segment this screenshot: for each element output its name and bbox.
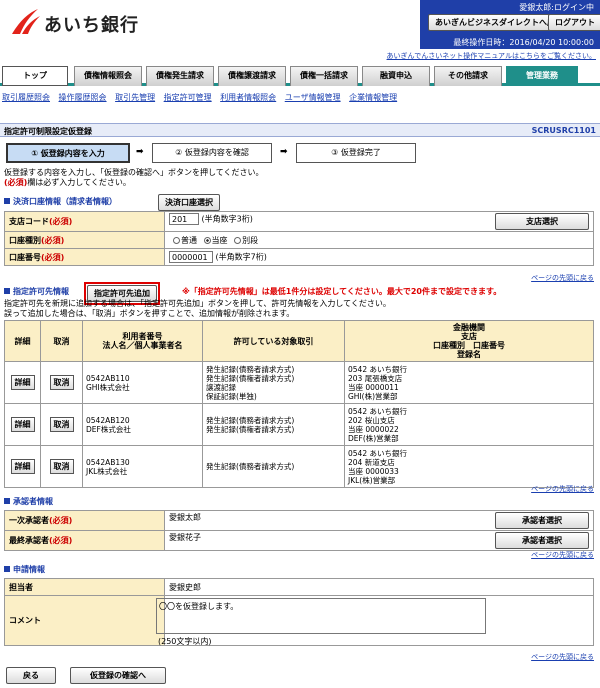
tab-admin[interactable]: 管理業務 — [506, 66, 578, 86]
tab-top[interactable]: トップ — [2, 66, 68, 86]
tab-bond-issue[interactable]: 債権発生請求 — [146, 66, 214, 86]
person-label: 担当者 — [4, 578, 165, 596]
branch-code-label: 支店コード(必須) — [4, 211, 165, 232]
tab-bond-bulk[interactable]: 債権一括請求 — [290, 66, 358, 86]
arrow-right-icon: ➡ — [280, 147, 288, 157]
logout-button[interactable]: ログアウト — [548, 14, 600, 31]
subnav-user-admin[interactable]: ユーザ情報管理 — [285, 93, 341, 102]
permit-warning: ※「指定許可先情報」は最低1件分は設定してください。最大で20件まで設定できます… — [182, 287, 502, 296]
subnav-user-info[interactable]: 利用者情報照会 — [220, 93, 276, 102]
permit-table: 詳細 取消 利用者番号 法人名／個人事業者名 許可している対象取引 金融機関 支… — [4, 320, 594, 488]
subnav-company[interactable]: 企業情報管理 — [349, 93, 397, 102]
main-tabs: トップ 債権情報照会 債権発生請求 債権譲渡請求 債権一括請求 融資申込 その他… — [0, 64, 600, 86]
cancel-button[interactable]: 取消 — [49, 375, 74, 390]
arrow-right-icon: ➡ — [136, 147, 144, 157]
comment-textarea[interactable]: 〇〇を仮登録します。 — [156, 598, 486, 634]
col-detail: 詳細 — [4, 320, 41, 362]
row-target: 発生記録(債務者請求方式) 発生記録(債権者請求方式) — [202, 403, 345, 446]
to-top-link[interactable]: ページの先頭に戻る — [531, 652, 594, 662]
col-bank: 金融機関 支店 口座種別 口座番号 登録名 — [344, 320, 594, 362]
cancel-button[interactable]: 取消 — [49, 417, 74, 432]
first-approver-label: 一次承認者(必須) — [4, 510, 165, 531]
cancel-button[interactable]: 取消 — [49, 459, 74, 474]
page-title: 指定許可制限設定仮登録 — [4, 127, 92, 136]
table-row: 詳細 取消 0542AB110 GHI株式会社 発生記録(債務者請求方式) 発生… — [4, 361, 594, 404]
row-target: 発生記録(債務者請求方式) 発生記録(債権者請求方式) 譲渡記録 保証記録(単独… — [202, 361, 345, 404]
col-target: 許可している対象取引 — [202, 320, 345, 362]
bank-logo: あいち銀行 — [8, 6, 148, 38]
account-number-input[interactable]: 0000001 — [169, 251, 213, 263]
approver-heading: 承認者情報 — [4, 496, 53, 507]
first-approver-select-button[interactable]: 承認者選択 — [495, 512, 589, 529]
detail-button[interactable]: 詳細 — [10, 459, 35, 474]
account-type-radio-ordinary[interactable] — [173, 236, 180, 244]
sub-navigation: 取引履歴照会 操作履歴照会 取引先管理 指定許可管理 利用者情報照会 ユーザ情報… — [2, 92, 403, 103]
approver-form: 一次承認者(必須) 愛銀太郎 承認者選択 最終承認者(必須) 愛銀花子 承認者選… — [4, 510, 594, 551]
row-bank: 0542 あいち銀行 203 尾張橋支店 当座 0000011 GHI(株)営業… — [344, 361, 594, 404]
col-cancel: 取消 — [40, 320, 83, 362]
tab-bond-transfer[interactable]: 債権譲渡請求 — [218, 66, 286, 86]
branch-select-button[interactable]: 支店選択 — [495, 213, 589, 230]
page-title-bar: 指定許可制限設定仮登録 SCRUSRC1101 — [0, 123, 600, 137]
account-type-radio-separate[interactable] — [234, 236, 242, 244]
screen-code: SCRUSRC1101 — [531, 126, 596, 135]
to-top-link[interactable]: ページの先頭に戻る — [531, 550, 594, 560]
step-1: ① 仮登録内容を入力 — [6, 143, 130, 163]
comment-hint: (250文字以内) — [158, 637, 212, 646]
confirm-button[interactable]: 仮登録の確認へ — [70, 667, 166, 684]
row-bank: 0542 あいち銀行 204 新道支店 当座 0000033 JKL(株)営業部 — [344, 445, 594, 488]
step-2: ② 仮登録内容を確認 — [152, 143, 272, 163]
row-bank: 0542 あいち銀行 202 桜山支店 当座 0000022 DEF(株)営業部 — [344, 403, 594, 446]
account-type-label: 口座種別(必須) — [4, 231, 165, 249]
subnav-permit[interactable]: 指定許可管理 — [164, 93, 212, 102]
last-operation-time: 最終操作日時：2016/04/20 10:00:00 — [453, 38, 594, 47]
back-button[interactable]: 戻る — [6, 667, 56, 684]
subnav-partner[interactable]: 取引先管理 — [115, 93, 155, 102]
tab-bond-inquiry[interactable]: 債権情報照会 — [74, 66, 142, 86]
row-user: 0542AB110 GHI株式会社 — [82, 361, 203, 404]
first-approver-value: 愛銀太郎 — [169, 513, 201, 522]
bank-logo-icon — [12, 9, 40, 34]
subnav-transaction-history[interactable]: 取引履歴照会 — [2, 93, 50, 102]
table-row: 詳細 取消 0542AB120 DEF株式会社 発生記録(債務者請求方式) 発生… — [4, 403, 594, 446]
intro-required: (必須)欄は必ず入力してください。 — [4, 178, 131, 187]
row-user: 0542AB130 JKL株式会社 — [82, 445, 203, 488]
bank-name: あいち銀行 — [44, 15, 139, 36]
comment-label: コメント — [4, 595, 165, 646]
col-user: 利用者番号 法人名／個人事業者名 — [82, 320, 203, 362]
tab-other[interactable]: その他請求 — [434, 66, 502, 86]
to-top-link[interactable]: ページの先頭に戻る — [531, 273, 594, 283]
subnav-operation-history[interactable]: 操作履歴照会 — [59, 93, 107, 102]
permit-heading: 指定許可先情報 — [4, 286, 69, 297]
branch-code-input[interactable]: 201 — [169, 213, 199, 225]
row-user: 0542AB120 DEF株式会社 — [82, 403, 203, 446]
tab-loan[interactable]: 融資申込 — [362, 66, 430, 86]
person-value: 愛銀史郎 — [164, 578, 594, 596]
manual-link[interactable]: あいぎんでんさいネット操作マニュアルはこちらをご覧ください。 — [387, 51, 596, 61]
final-approver-label: 最終承認者(必須) — [4, 530, 165, 551]
settlement-account-select-button[interactable]: 決済口座選択 — [158, 194, 220, 211]
account-type-radio-current[interactable] — [203, 236, 211, 244]
intro-text: 仮登録する内容を入力し、「仮登録の確認へ」ボタンを押してください。 — [4, 168, 264, 177]
header: あいち銀行 愛銀太郎:ログイン中 あいぎんビジネスダイレクトへ戻る ログアウト … — [0, 0, 600, 60]
settlement-form: 支店コード(必須) 201 (半角数字3桁) 支店選択 口座種別(必須) 普通 … — [4, 211, 594, 266]
account-number-label: 口座番号(必須) — [4, 248, 165, 266]
final-approver-value: 愛銀花子 — [169, 533, 201, 542]
apply-heading: 申請情報 — [4, 564, 45, 575]
detail-button[interactable]: 詳細 — [10, 417, 35, 432]
final-approver-select-button[interactable]: 承認者選択 — [495, 532, 589, 549]
to-top-link[interactable]: ページの先頭に戻る — [531, 484, 594, 494]
detail-button[interactable]: 詳細 — [10, 375, 35, 390]
login-user: 愛銀太郎:ログイン中 — [519, 3, 594, 12]
step-3: ③ 仮登録完了 — [296, 143, 416, 163]
table-row: 詳細 取消 0542AB130 JKL株式会社 発生記録(債務者請求方式) 05… — [4, 445, 594, 488]
header-user-panel: 愛銀太郎:ログイン中 あいぎんビジネスダイレクトへ戻る ログアウト 最終操作日時… — [420, 0, 600, 49]
permit-note-2: 誤って追加した場合は、「取消」ボタンを押すことで、追加情報が削除されます。 — [4, 309, 295, 318]
row-target: 発生記録(債務者請求方式) — [202, 445, 345, 488]
permit-note-1: 指定許可先を新規に追加する場合は、「指定許可先追加」ボタンを押して、許可先情報を… — [4, 299, 391, 308]
settlement-heading: 決済口座情報（請求者情報） — [4, 196, 117, 207]
